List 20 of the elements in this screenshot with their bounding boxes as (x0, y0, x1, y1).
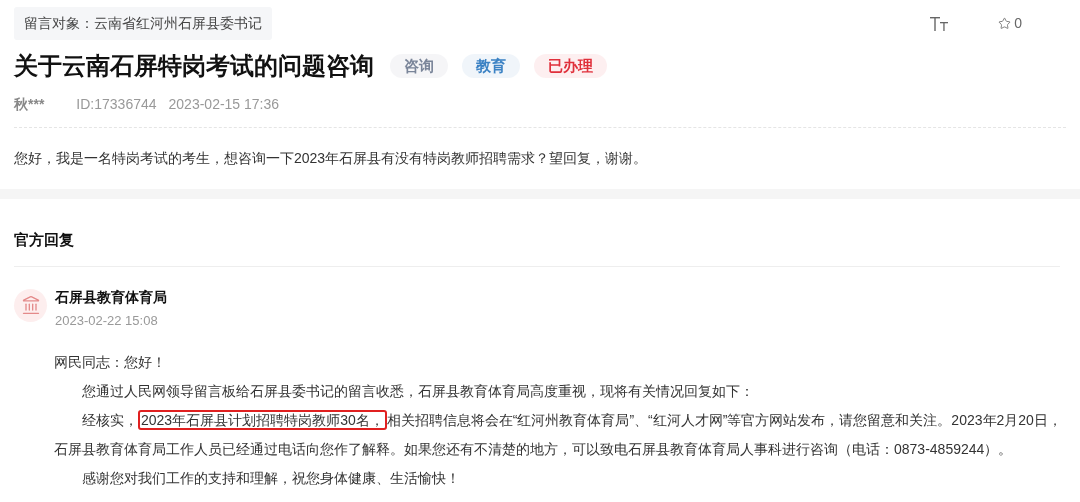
star-icon (998, 17, 1012, 30)
category-tag: 教育 (462, 53, 520, 79)
section-heading: 官方回复 (14, 229, 1060, 267)
message-title: 关于云南石屏特岗考试的问题咨询 (14, 51, 374, 81)
message-time: 2023-02-15 17:36 (168, 95, 280, 114)
favorite-button[interactable]: 0 (998, 13, 1022, 34)
reply-paragraph: 您通过人民网领导留言板给石屏县委书记的留言收悉，石屏县教育体育局高度重视，现将有关情况回复如下： (81, 382, 755, 401)
reply-paragraph: 感谢您对我们工作的支持和理解，祝您身体健康、生活愉快！ (81, 469, 461, 488)
category-tag: 已办理 (534, 53, 607, 79)
message-id: ID:17336744 (76, 95, 157, 114)
reply-time: 2023-02-22 15:08 (55, 311, 159, 330)
message-body: 您好，我是一名特岗考试的考生，想咨询一下2023年石屏县有没有特岗教师招聘需求？望回复，谢谢。 (14, 149, 649, 168)
font-size-icon[interactable] (930, 16, 949, 31)
reply-paragraph: 经核实， 2023年石屏县计划招聘特岗教师30名， 相关招聘信息将会在“红河州教育体育局”、“红河人才网”等官方网站发布，请您留意和关注。2023年2月20日，石屏县教育体育局工作人员已经通过电话向您作了解释。如果您还有不清楚的地方，可以致电石屏县教育体育局人事科进行咨询（电话：0873-4859244）。 (54, 409, 1062, 459)
recipient-label: 留言对象：云南省红河州石屏县委书记 (14, 7, 272, 40)
building-icon (14, 288, 47, 322)
category-tag: 咨询 (390, 53, 448, 79)
organization-name: 石屏县教育体育局 (55, 287, 167, 307)
author-name: 秋*** (14, 95, 45, 114)
greeting-text: 网民同志：您好！ (54, 353, 167, 372)
